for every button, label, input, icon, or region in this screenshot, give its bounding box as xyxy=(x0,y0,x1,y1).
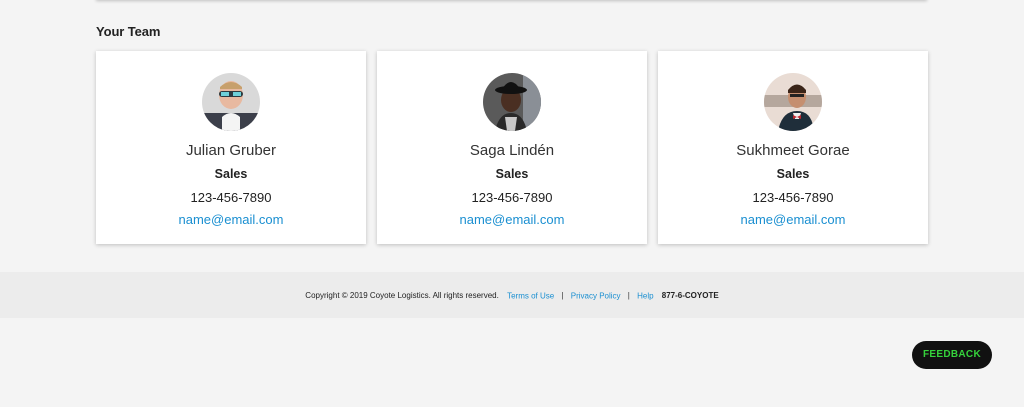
member-phone: 123-456-7890 xyxy=(190,190,272,205)
member-email-link[interactable]: name@email.com xyxy=(658,212,928,227)
footer-separator: | xyxy=(627,291,630,301)
member-phone: 123-456-7890 xyxy=(752,190,834,205)
member-email-link[interactable]: name@email.com xyxy=(96,212,366,227)
team-grid: Julian Gruber Sales 123-456-7890 name@em… xyxy=(96,51,928,244)
member-role: Sales xyxy=(776,167,810,181)
member-role: Sales xyxy=(214,167,248,181)
support-phone: 877-6-COYOTE xyxy=(661,291,719,301)
avatar-photo xyxy=(764,73,822,131)
team-member-card: Julian Gruber Sales 123-456-7890 name@em… xyxy=(96,51,366,244)
member-phone: 123-456-7890 xyxy=(471,190,553,205)
team-member-card: Saga Lindén Sales 123-456-7890 name@emai… xyxy=(377,51,647,244)
avatar xyxy=(202,73,260,131)
avatar xyxy=(764,73,822,131)
footer-separator: | xyxy=(561,291,564,301)
footer: Copyright © 2019 Coyote Logistics. All r… xyxy=(0,272,1024,318)
avatar-photo xyxy=(483,73,541,131)
avatar xyxy=(483,73,541,131)
section-title: Your Team xyxy=(96,24,161,39)
member-name: Julian Gruber xyxy=(185,142,277,159)
member-email-link[interactable]: name@email.com xyxy=(377,212,647,227)
member-name: Sukhmeet Gorae xyxy=(736,142,850,159)
avatar-photo xyxy=(202,73,260,131)
team-member-card: Sukhmeet Gorae Sales 123-456-7890 name@e… xyxy=(658,51,928,244)
terms-of-use-link[interactable]: Terms of Use xyxy=(507,291,554,300)
copyright-text: Copyright © 2019 Coyote Logistics. All r… xyxy=(305,291,499,301)
feedback-button[interactable]: FEEDBACK xyxy=(912,341,992,369)
member-role: Sales xyxy=(495,167,529,181)
privacy-policy-link[interactable]: Privacy Policy xyxy=(571,291,621,300)
page: Your Team Julian Gruber Sales 123-456-78… xyxy=(0,0,1024,407)
footer-content: Copyright © 2019 Coyote Logistics. All r… xyxy=(0,291,1024,300)
help-link[interactable]: Help xyxy=(637,291,653,300)
member-name: Saga Lindén xyxy=(469,142,555,159)
